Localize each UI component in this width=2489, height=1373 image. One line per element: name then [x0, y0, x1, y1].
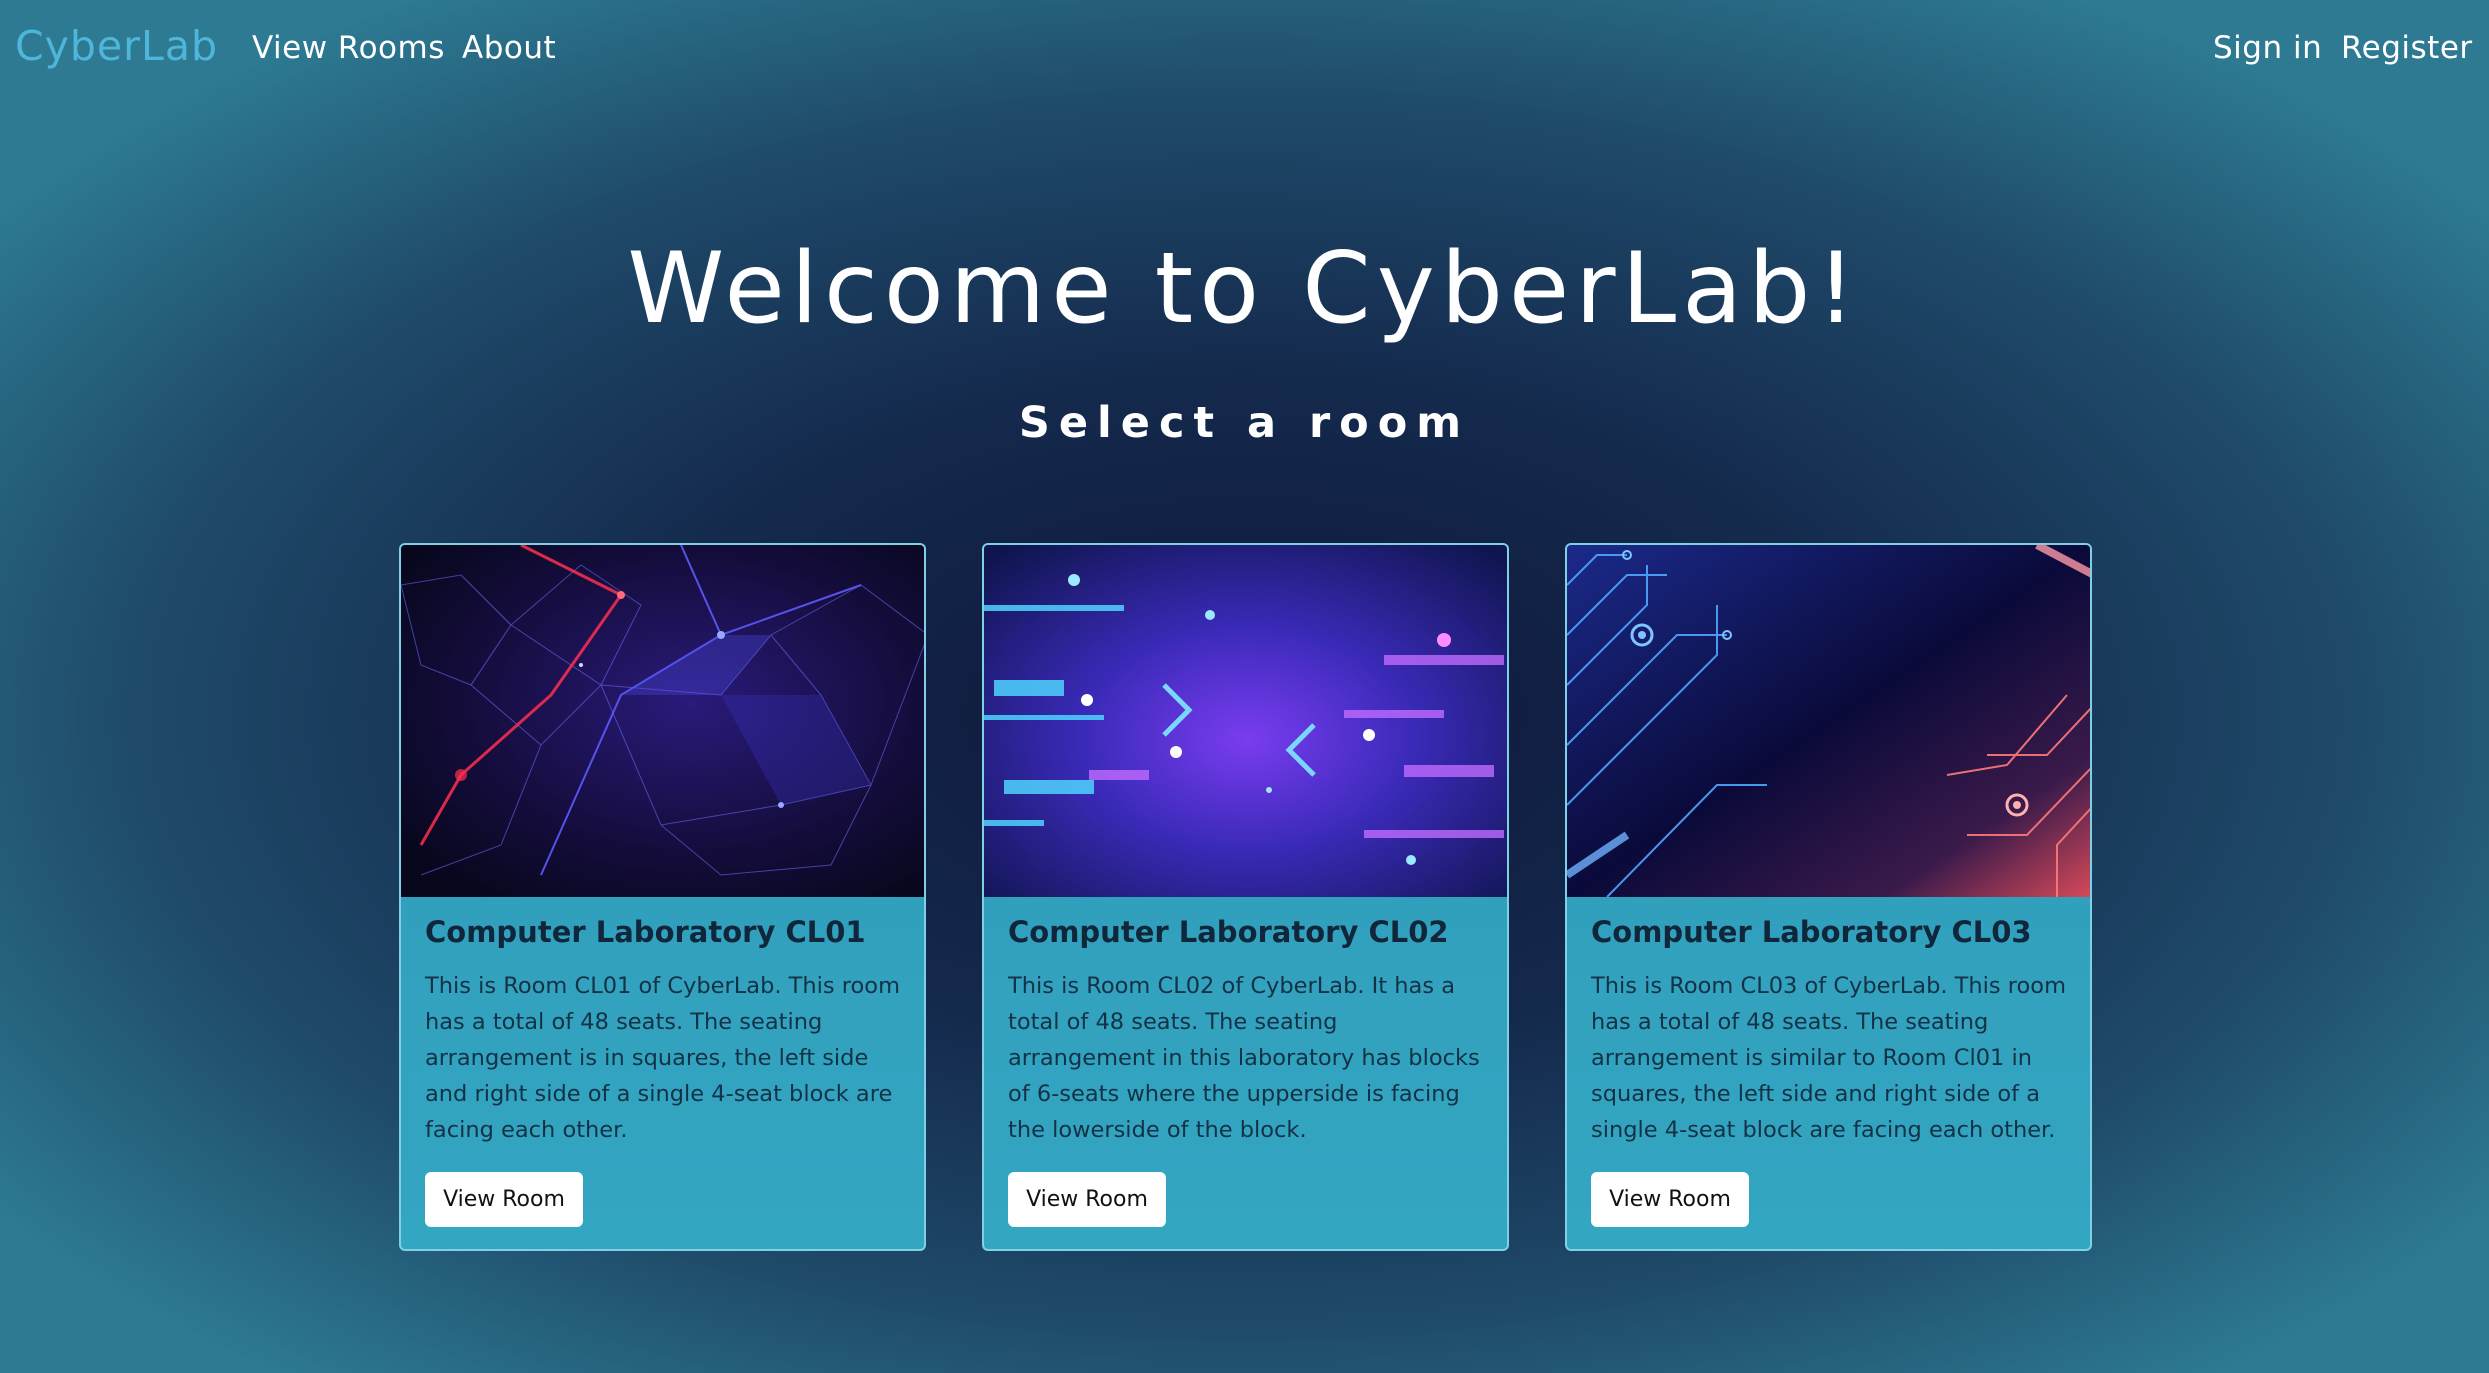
room-image-cl01	[401, 545, 924, 897]
navbar: CyberLab View Rooms About Sign in Regist…	[0, 0, 2489, 104]
view-room-button-cl02[interactable]: View Room	[1008, 1172, 1166, 1227]
room-card-cl03: Computer Laboratory CL03 This is Room CL…	[1565, 543, 2092, 1251]
room-image-cl02	[984, 545, 1507, 897]
room-card-cl02: Computer Laboratory CL02 This is Room CL…	[982, 543, 1509, 1251]
register-link[interactable]: Register	[2341, 30, 2473, 66]
room-title-cl03: Computer Laboratory CL03	[1591, 915, 2032, 949]
sign-in-link[interactable]: Sign in	[2213, 30, 2322, 66]
room-description-cl03: This is Room CL03 of CyberLab. This room…	[1591, 973, 2066, 1143]
room-description-cl01: This is Room CL01 of CyberLab. This room…	[425, 973, 900, 1143]
nav-view-rooms-link[interactable]: View Rooms	[252, 30, 445, 66]
page-title: Welcome to CyberLab!	[627, 232, 1862, 346]
room-title-cl01: Computer Laboratory CL01	[425, 915, 866, 949]
room-title-cl02: Computer Laboratory CL02	[1008, 915, 1449, 949]
view-room-button-cl03[interactable]: View Room	[1591, 1172, 1749, 1227]
brand-logo[interactable]: CyberLab	[15, 22, 218, 70]
room-image-cl03	[1567, 545, 2090, 897]
view-room-button-cl01[interactable]: View Room	[425, 1172, 583, 1227]
page-subtitle: Select a room	[1018, 398, 1471, 448]
nav-about-link[interactable]: About	[462, 30, 556, 66]
room-card-cl01: Computer Laboratory CL01 This is Room CL…	[399, 543, 926, 1251]
room-description-cl02: This is Room CL02 of CyberLab. It has a …	[1008, 973, 1480, 1143]
